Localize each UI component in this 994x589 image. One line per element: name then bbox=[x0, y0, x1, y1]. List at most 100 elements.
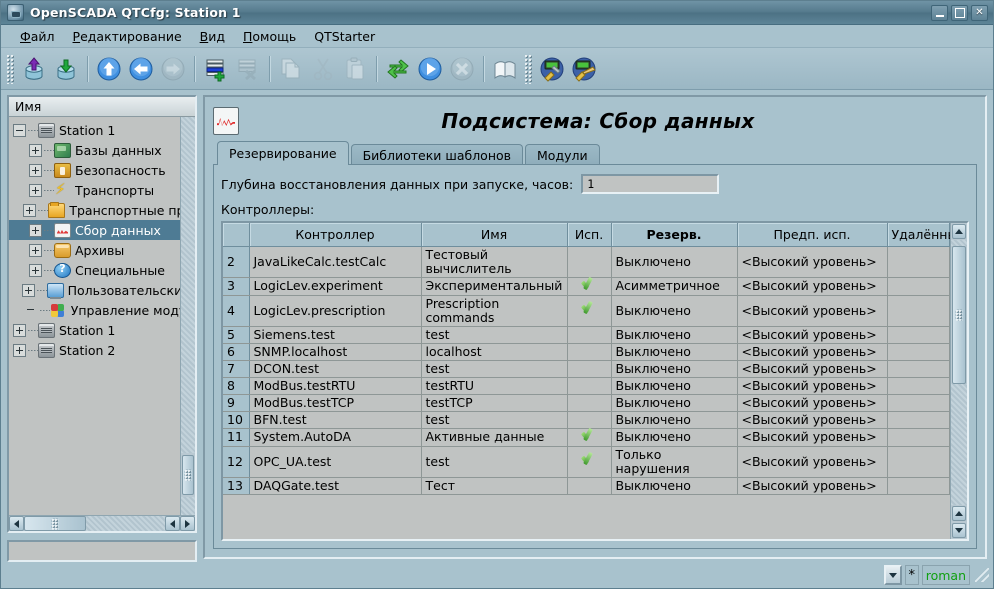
table-row[interactable]: 3 LogicLev.experiment Экспериментальный Аси… bbox=[223, 277, 950, 296]
tree-item[interactable]: Сбор данных bbox=[9, 220, 180, 240]
tree-item[interactable]: Безопасность bbox=[9, 160, 180, 180]
cell-preferred[interactable]: <Высокий уровень> bbox=[737, 394, 888, 412]
cell-reserve[interactable]: Выключено bbox=[611, 428, 738, 447]
cell-preferred[interactable]: <Высокий уровень> bbox=[737, 477, 888, 495]
cell-preferred[interactable]: <Высокий уровень> bbox=[737, 326, 888, 344]
table-row[interactable]: 9 ModBus.testTCP testTCP Выключено <Высокий … bbox=[223, 394, 950, 412]
tree-vsb-thumb[interactable] bbox=[182, 455, 194, 495]
config-edit-icon[interactable] bbox=[569, 54, 599, 84]
tree-hsb-left-button[interactable] bbox=[9, 516, 24, 531]
cell-name[interactable]: Экспериментальный bbox=[421, 277, 568, 296]
cell-preferred[interactable]: <Высокий уровень> bbox=[737, 411, 888, 429]
cell-reserve[interactable]: Выключено bbox=[611, 360, 738, 378]
tree-hsb-track[interactable] bbox=[86, 516, 165, 531]
tree-hsb-thumb[interactable] bbox=[24, 516, 86, 531]
table-row[interactable]: 5 Siemens.test test Выключено <Высокий урове… bbox=[223, 326, 950, 344]
menu-file[interactable]: Файл bbox=[11, 27, 64, 46]
cell-name[interactable]: test bbox=[421, 446, 568, 478]
minimize-button[interactable] bbox=[931, 4, 948, 21]
cell-controller[interactable]: SNMP.localhost bbox=[249, 343, 422, 361]
table-vsb-thumb[interactable] bbox=[952, 246, 966, 384]
menu-view[interactable]: Вид bbox=[191, 27, 234, 46]
collapse-icon[interactable] bbox=[13, 123, 26, 137]
cell-controller[interactable]: ModBus.testRTU bbox=[249, 377, 422, 395]
close-button[interactable]: ✕ bbox=[971, 4, 988, 21]
cell-remote[interactable] bbox=[887, 360, 950, 378]
tree-item[interactable]: Управление модулями bbox=[9, 300, 180, 320]
table-column-header[interactable]: Исп. bbox=[567, 223, 612, 247]
cell-name[interactable]: testTCP bbox=[421, 394, 568, 412]
table-vsb-track-bottom[interactable] bbox=[951, 384, 967, 505]
go-back-icon[interactable] bbox=[126, 54, 156, 84]
table-column-header[interactable]: Резерв. bbox=[611, 223, 738, 247]
cell-controller[interactable]: LogicLev.prescription bbox=[249, 295, 422, 327]
tree-item[interactable]: Специальные bbox=[9, 260, 180, 280]
expand-icon[interactable] bbox=[29, 183, 42, 197]
cell-reserve[interactable]: Только нарушения bbox=[611, 446, 738, 478]
cell-name[interactable]: test bbox=[421, 326, 568, 344]
tree-vertical-scrollbar[interactable] bbox=[180, 117, 195, 515]
tree-column-header[interactable]: Имя bbox=[9, 97, 195, 117]
cell-name[interactable]: localhost bbox=[421, 343, 568, 361]
table-row[interactable]: 12 OPC_UA.test test Только нарушения <Высоки… bbox=[223, 446, 950, 478]
row-number[interactable]: 12 bbox=[223, 446, 250, 478]
cell-controller[interactable]: DAQGate.test bbox=[249, 477, 422, 495]
cell-name[interactable]: Prescription commands bbox=[421, 295, 568, 327]
menu-edit[interactable]: Редактирование bbox=[64, 27, 191, 46]
cell-used[interactable] bbox=[567, 326, 612, 344]
tree-item[interactable]: Station 2 bbox=[9, 340, 180, 360]
table-row[interactable]: 13 DAQGate.test Тест Выключено <Высокий уров… bbox=[223, 477, 950, 495]
cell-controller[interactable]: Siemens.test bbox=[249, 326, 422, 344]
expand-icon[interactable] bbox=[21, 283, 35, 297]
cell-controller[interactable]: JavaLikeCalc.testCalc bbox=[249, 246, 422, 278]
menu-help[interactable]: Помощь bbox=[234, 27, 305, 46]
depth-field-input[interactable]: 1 bbox=[581, 174, 720, 194]
tree-item[interactable]: Транспорты bbox=[9, 180, 180, 200]
maximize-button[interactable] bbox=[951, 4, 968, 21]
add-node-icon[interactable] bbox=[201, 54, 231, 84]
row-number[interactable]: 8 bbox=[223, 377, 250, 395]
tree-item[interactable]: Station 1 bbox=[9, 120, 180, 140]
cell-remote[interactable] bbox=[887, 377, 950, 395]
table-column-header[interactable]: Предп. исп. bbox=[737, 223, 888, 247]
expand-icon[interactable] bbox=[29, 223, 42, 237]
table-vsb-up-button-2[interactable] bbox=[952, 506, 966, 521]
cell-remote[interactable] bbox=[887, 411, 950, 429]
cell-preferred[interactable]: <Высокий уровень> bbox=[737, 360, 888, 378]
manual-icon[interactable] bbox=[490, 54, 520, 84]
cell-name[interactable]: Активные данные bbox=[421, 428, 568, 447]
row-number[interactable]: 7 bbox=[223, 360, 250, 378]
cell-preferred[interactable]: <Высокий уровень> bbox=[737, 295, 888, 327]
table-row[interactable]: 7 DCON.test test Выключено <Высокий уровень> bbox=[223, 360, 950, 378]
go-up-icon[interactable] bbox=[94, 54, 124, 84]
refresh-icon[interactable] bbox=[383, 54, 413, 84]
cell-reserve[interactable]: Асимметричное bbox=[611, 277, 738, 296]
cell-used[interactable] bbox=[567, 343, 612, 361]
tree-item[interactable]: Архивы bbox=[9, 240, 180, 260]
tree-item[interactable]: Пользовательские интерфейсы bbox=[9, 280, 180, 300]
cell-controller[interactable]: LogicLev.experiment bbox=[249, 277, 422, 296]
row-number[interactable]: 4 bbox=[223, 295, 250, 327]
table-row[interactable]: 8 ModBus.testRTU testRTU Выключено <Высокий … bbox=[223, 377, 950, 395]
toolbar-grip-2[interactable] bbox=[524, 53, 533, 84]
cell-used[interactable] bbox=[567, 377, 612, 395]
cell-preferred[interactable]: <Высокий уровень> bbox=[737, 446, 888, 478]
status-combo-button[interactable] bbox=[883, 565, 902, 585]
table-column-header[interactable]: Удалённый bbox=[887, 223, 950, 247]
cell-controller[interactable]: BFN.test bbox=[249, 411, 422, 429]
tree-hsb-left-button-2[interactable] bbox=[165, 516, 180, 531]
cell-used[interactable] bbox=[567, 277, 612, 296]
expand-icon[interactable] bbox=[13, 323, 26, 337]
tree-item[interactable]: Транспортные протоколы bbox=[9, 200, 180, 220]
tab-template-libraries[interactable]: Библиотеки шаблонов bbox=[350, 144, 524, 165]
table-vsb-down-button[interactable] bbox=[952, 523, 966, 538]
table-row[interactable]: 10 BFN.test test Выключено <Высокий уровень> bbox=[223, 411, 950, 429]
cell-reserve[interactable]: Выключено bbox=[611, 394, 738, 412]
cell-used[interactable] bbox=[567, 446, 612, 478]
cell-reserve[interactable]: Выключено bbox=[611, 246, 738, 278]
cell-reserve[interactable]: Выключено bbox=[611, 326, 738, 344]
start-icon[interactable] bbox=[415, 54, 445, 84]
cell-controller[interactable]: DCON.test bbox=[249, 360, 422, 378]
toolbar-grip[interactable] bbox=[6, 53, 15, 84]
cell-used[interactable] bbox=[567, 360, 612, 378]
